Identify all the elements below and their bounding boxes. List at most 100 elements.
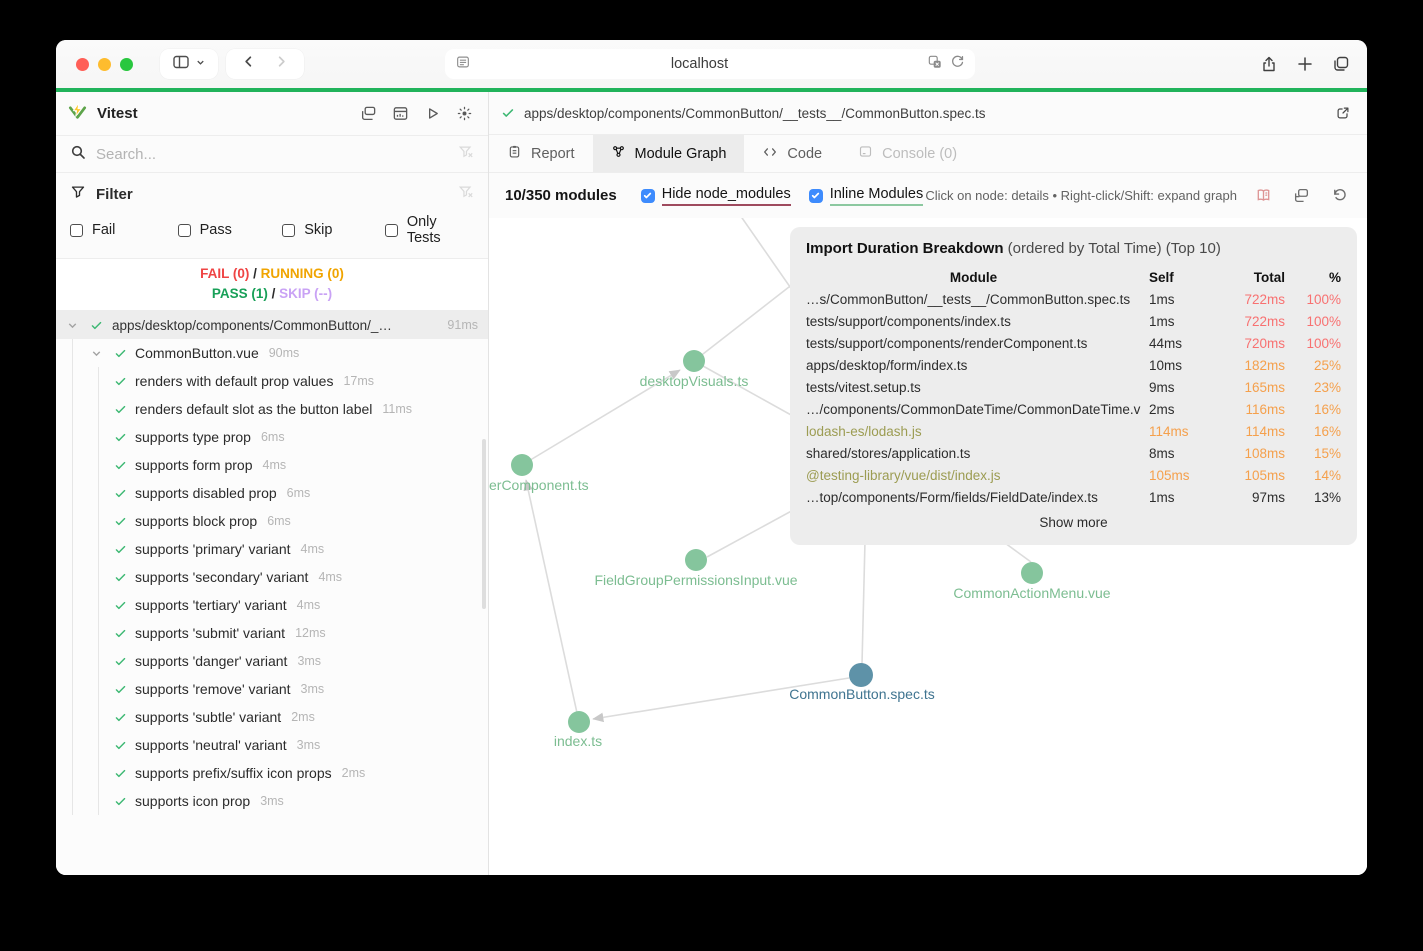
file-name: apps/desktop/components/CommonButton/_… (112, 317, 392, 333)
share-icon[interactable] (1257, 52, 1281, 76)
filter-checkbox-fail[interactable]: Fail (70, 222, 178, 238)
inline-modules-checkbox[interactable]: Inline Modules (808, 186, 924, 206)
graph-node[interactable] (683, 350, 705, 372)
table-row[interactable]: …top/components/Form/fields/FieldDate/in… (806, 486, 1341, 508)
new-tab-icon[interactable] (1293, 52, 1317, 76)
console-icon (858, 144, 873, 163)
table-row[interactable]: …s/CommonButton/__tests__/CommonButton.s… (806, 288, 1341, 310)
cell-total: 722ms (1244, 291, 1285, 307)
test-time: 4ms (262, 458, 287, 472)
external-link-icon[interactable] (1331, 101, 1355, 125)
checkbox-icon[interactable] (177, 223, 191, 237)
table-row[interactable]: …/components/CommonDateTime/CommonDateTi… (806, 398, 1341, 420)
table-row[interactable]: @testing-library/vue/dist/index.js 105ms… (806, 464, 1341, 486)
cell-pct: 100% (1306, 291, 1341, 307)
app-title: Vitest (97, 105, 138, 122)
sidebar-toggle-icon[interactable] (172, 53, 190, 76)
show-more-button[interactable]: Show more (806, 515, 1341, 530)
test-row[interactable]: supports 'danger' variant 3ms (56, 647, 488, 675)
browser-chrome: localhost (56, 40, 1367, 88)
test-row[interactable]: supports 'submit' variant 12ms (56, 619, 488, 647)
clear-search-filter-icon[interactable] (458, 144, 474, 165)
legend-book-icon[interactable] (1251, 184, 1275, 208)
chevron-down-icon[interactable] (195, 55, 206, 73)
test-row[interactable]: supports 'tertiary' variant 4ms (56, 591, 488, 619)
translate-icon[interactable] (928, 55, 942, 74)
url-text[interactable]: localhost (471, 56, 928, 72)
test-row[interactable]: supports 'secondary' variant 4ms (56, 563, 488, 591)
test-row[interactable]: supports 'primary' variant 4ms (56, 535, 488, 563)
minimize-window-button[interactable] (98, 57, 111, 71)
panel-title-strong: Import Duration Breakdown (806, 240, 1004, 257)
traffic-lights (76, 57, 133, 71)
close-window-button[interactable] (76, 57, 89, 71)
graph-node[interactable] (685, 549, 707, 571)
table-row[interactable]: lodash-es/lodash.js 114ms 114ms 16% (806, 420, 1341, 442)
tab-module-graph[interactable]: Module Graph (592, 135, 745, 172)
test-row[interactable]: supports form prop 4ms (56, 451, 488, 479)
cell-self: 1ms (1149, 313, 1175, 329)
tab-console[interactable]: Console (0) (840, 135, 975, 172)
chevron-down-icon[interactable] (66, 319, 79, 332)
checkbox-icon[interactable] (282, 223, 296, 237)
test-row[interactable]: renders default slot as the button label… (56, 395, 488, 423)
pass-check-icon (114, 795, 127, 808)
checkbox-icon[interactable] (384, 223, 398, 237)
cell-total: 720ms (1244, 335, 1285, 351)
chevron-down-icon[interactable] (90, 347, 103, 360)
clear-filter-icon[interactable] (458, 184, 474, 205)
filter-checkbox-only-tests[interactable]: Only Tests (384, 214, 474, 246)
checked-checkbox-icon[interactable] (808, 188, 823, 203)
checkbox-icon[interactable] (70, 223, 83, 237)
table-row[interactable]: tests/support/components/index.ts 1ms 72… (806, 310, 1341, 332)
sidebar-scrollbar[interactable] (482, 439, 486, 609)
suite-row[interactable]: CommonButton.vue 90ms (56, 339, 488, 367)
back-icon[interactable] (241, 54, 256, 74)
tab-report[interactable]: Report (489, 135, 593, 172)
test-file-row[interactable]: apps/desktop/components/CommonButton/_… … (56, 311, 488, 339)
graph-node[interactable] (568, 711, 590, 733)
test-row[interactable]: supports icon prop 3ms (56, 787, 488, 815)
table-row[interactable]: tests/support/components/renderComponent… (806, 332, 1341, 354)
checked-checkbox-icon[interactable] (640, 188, 655, 203)
url-bar[interactable]: localhost (445, 49, 975, 79)
reload-icon[interactable] (950, 54, 965, 74)
filter-section: Filter Fail Pass Skip Only Tests (56, 173, 488, 258)
filter-checkbox-pass[interactable]: Pass (177, 222, 283, 238)
test-row[interactable]: supports 'neutral' variant 3ms (56, 731, 488, 759)
search-input[interactable] (96, 145, 458, 163)
test-row[interactable]: supports type prop 6ms (56, 423, 488, 451)
cascade-windows-icon[interactable] (356, 102, 380, 126)
dashboard-icon[interactable] (388, 102, 412, 126)
module-graph-canvas[interactable]: desktopVisuals.ts erComponent.ts FieldGrou… (489, 218, 1367, 875)
test-row[interactable]: supports 'remove' variant 3ms (56, 675, 488, 703)
test-row[interactable]: supports 'subtle' variant 2ms (56, 703, 488, 731)
module-count: 10/350 modules (505, 187, 617, 204)
graph-node[interactable] (1021, 562, 1043, 584)
table-row[interactable]: apps/desktop/form/index.ts 10ms 182ms 25… (806, 354, 1341, 376)
run-all-icon[interactable] (420, 102, 444, 126)
table-row[interactable]: shared/stores/application.ts 8ms 108ms 1… (806, 442, 1341, 464)
test-name: supports 'danger' variant (135, 653, 288, 669)
hide-node-modules-checkbox[interactable]: Hide node_modules (640, 186, 791, 206)
zoom-window-button[interactable] (120, 57, 133, 71)
test-row[interactable]: supports prefix/suffix icon props 2ms (56, 759, 488, 787)
separator: / (249, 266, 261, 281)
test-time: 6ms (260, 430, 285, 444)
theme-toggle-icon[interactable] (452, 102, 476, 126)
test-row[interactable]: supports disabled prop 6ms (56, 479, 488, 507)
expand-graph-icon[interactable] (1289, 184, 1313, 208)
chrome-actions (1257, 52, 1353, 76)
cell-self: 10ms (1149, 357, 1183, 373)
reset-graph-icon[interactable] (1327, 184, 1351, 208)
filter-checkbox-skip[interactable]: Skip (282, 222, 385, 238)
test-row[interactable]: renders with default prop values 17ms (56, 367, 488, 395)
tab-code[interactable]: Code (744, 135, 840, 172)
sidebar-toggle-group[interactable] (160, 49, 218, 79)
graph-node[interactable] (511, 454, 533, 476)
graph-node[interactable] (849, 663, 873, 687)
tabs-overview-icon[interactable] (1329, 52, 1353, 76)
table-row[interactable]: tests/vitest.setup.ts 9ms 165ms 23% (806, 376, 1341, 398)
test-row[interactable]: supports block prop 6ms (56, 507, 488, 535)
forward-icon[interactable] (274, 54, 289, 74)
